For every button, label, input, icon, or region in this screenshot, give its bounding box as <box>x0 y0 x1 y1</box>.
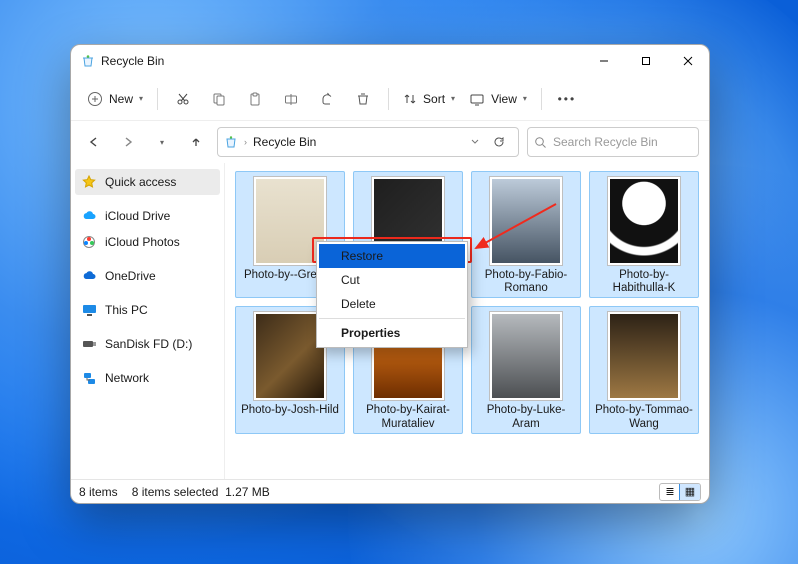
status-bar: 8 items 8 items selected 1.27 MB ≣ ▦ <box>71 479 709 503</box>
sidebar-item-label: This PC <box>105 303 148 317</box>
search-box[interactable] <box>527 127 699 157</box>
file-thumbnail <box>607 176 681 266</box>
minimize-button[interactable] <box>583 45 625 77</box>
separator <box>157 88 158 110</box>
address-bar[interactable]: › Recycle Bin <box>217 127 519 157</box>
thumbnails-view-icon[interactable]: ▦ <box>680 484 700 500</box>
navigation-row: ▾ › Recycle Bin <box>71 121 709 163</box>
sidebar-item-icloud-photos[interactable]: iCloud Photos <box>75 229 220 255</box>
delete-button[interactable] <box>346 83 380 115</box>
plus-circle-icon <box>87 91 103 107</box>
share-icon <box>319 91 335 107</box>
status-item-count: 8 items <box>79 485 118 499</box>
window-title: Recycle Bin <box>101 54 164 68</box>
rename-icon <box>283 91 299 107</box>
view-icon <box>469 92 485 106</box>
sidebar-item-icloud-drive[interactable]: iCloud Drive <box>75 203 220 229</box>
paste-icon <box>247 91 263 107</box>
copy-icon <box>211 91 227 107</box>
cloud-icon <box>81 268 97 284</box>
chevron-down-icon: ▾ <box>139 94 143 103</box>
new-label: New <box>109 92 133 106</box>
paste-button[interactable] <box>238 83 272 115</box>
search-input[interactable] <box>553 135 708 149</box>
usb-drive-icon <box>81 336 97 352</box>
sidebar-item-label: Network <box>105 371 149 385</box>
photos-icon <box>81 234 97 250</box>
file-label: Photo-by-Josh-Hild <box>241 404 339 417</box>
context-menu-item-cut[interactable]: Cut <box>319 268 465 292</box>
sidebar-item-label: SanDisk FD (D:) <box>105 337 192 351</box>
sidebar-item-sandisk-fd[interactable]: SanDisk FD (D:) <box>75 331 220 357</box>
up-button[interactable] <box>183 129 209 155</box>
file-label: Photo-by-Luke-Aram <box>474 404 578 430</box>
context-menu-item-restore[interactable]: Restore <box>319 244 465 268</box>
forward-button[interactable] <box>115 129 141 155</box>
sidebar-item-onedrive[interactable]: OneDrive <box>75 263 220 289</box>
sidebar-item-label: iCloud Drive <box>105 209 170 223</box>
more-button[interactable]: ••• <box>550 83 584 115</box>
cloud-icon <box>81 208 97 224</box>
recent-locations-button[interactable]: ▾ <box>149 129 175 155</box>
status-selection: 8 items selected 1.27 MB <box>132 485 270 499</box>
recycle-bin-icon <box>81 54 95 68</box>
breadcrumb-separator: › <box>244 137 247 147</box>
sidebar-item-this-pc[interactable]: This PC <box>75 297 220 323</box>
breadcrumb-location[interactable]: Recycle Bin <box>253 135 316 149</box>
chevron-down-icon: ▾ <box>451 94 455 103</box>
sort-icon <box>403 92 417 106</box>
chevron-down-icon[interactable] <box>470 137 480 147</box>
cut-button[interactable] <box>166 83 200 115</box>
sidebar-item-label: Quick access <box>105 175 176 189</box>
file-thumbnail <box>607 311 681 401</box>
separator <box>541 88 542 110</box>
context-menu: Restore Cut Delete Properties <box>316 241 468 348</box>
details-view-icon[interactable]: ≣ <box>660 484 680 500</box>
file-item[interactable]: Photo-by-Tommao-Wang <box>589 306 699 433</box>
context-menu-item-properties[interactable]: Properties <box>319 321 465 345</box>
file-label: Photo-by-Kairat-Murataliev <box>356 404 460 430</box>
file-item[interactable]: Photo-by-Luke-Aram <box>471 306 581 433</box>
star-icon <box>81 174 97 190</box>
maximize-button[interactable] <box>625 45 667 77</box>
file-label: Photo-by-Tommao-Wang <box>592 404 696 430</box>
sidebar-item-label: OneDrive <box>105 269 156 283</box>
file-label: Photo-by-Habithulla-K <box>592 269 696 295</box>
search-icon <box>534 136 547 149</box>
new-button[interactable]: New ▾ <box>81 83 149 115</box>
view-mode-toggle[interactable]: ≣ ▦ <box>659 483 701 501</box>
sidebar-item-label: iCloud Photos <box>105 235 180 249</box>
close-button[interactable] <box>667 45 709 77</box>
trash-icon <box>355 91 371 107</box>
sort-button[interactable]: Sort ▾ <box>397 83 461 115</box>
file-label: Photo-by-Fabio-Romano <box>474 269 578 295</box>
network-icon <box>81 370 97 386</box>
title-bar: Recycle Bin <box>71 45 709 77</box>
copy-button[interactable] <box>202 83 236 115</box>
separator <box>388 88 389 110</box>
context-menu-item-delete[interactable]: Delete <box>319 292 465 316</box>
file-item[interactable]: Photo-by-Fabio-Romano <box>471 171 581 298</box>
file-thumbnail <box>489 311 563 401</box>
scissors-icon <box>175 91 191 107</box>
recycle-bin-icon <box>224 135 238 149</box>
chevron-down-icon: ▾ <box>523 94 527 103</box>
rename-button[interactable] <box>274 83 308 115</box>
pc-icon <box>81 302 97 318</box>
file-item[interactable]: Photo-by-Habithulla-K <box>589 171 699 298</box>
share-button[interactable] <box>310 83 344 115</box>
file-thumbnail <box>489 176 563 266</box>
navigation-pane: Quick access iCloud Drive iCloud Photos … <box>71 163 225 479</box>
view-label: View <box>491 92 517 106</box>
view-button[interactable]: View ▾ <box>463 83 533 115</box>
sort-label: Sort <box>423 92 445 106</box>
refresh-button[interactable] <box>486 135 512 149</box>
sidebar-item-quick-access[interactable]: Quick access <box>75 169 220 195</box>
sidebar-item-network[interactable]: Network <box>75 365 220 391</box>
command-bar: New ▾ Sort ▾ View ▾ ••• <box>71 77 709 121</box>
chevron-down-icon: ▾ <box>160 138 164 147</box>
back-button[interactable] <box>81 129 107 155</box>
ellipsis-icon: ••• <box>558 92 577 106</box>
